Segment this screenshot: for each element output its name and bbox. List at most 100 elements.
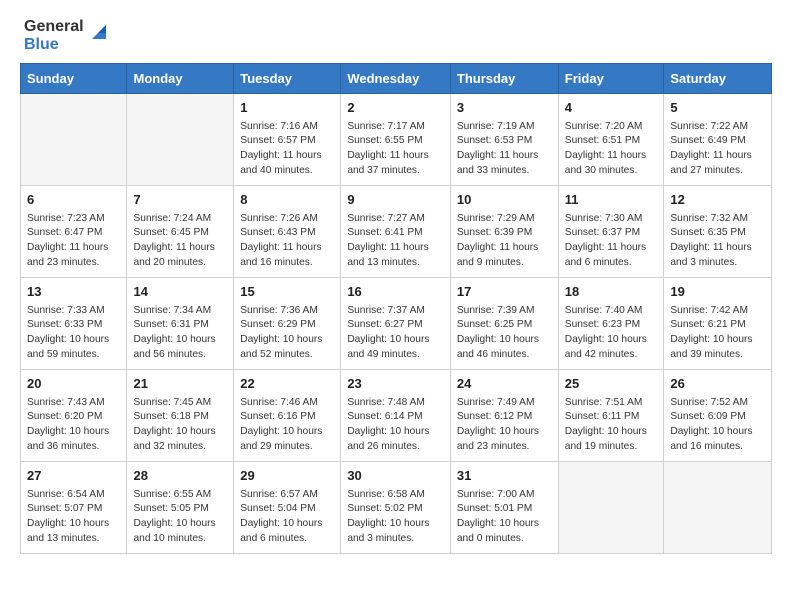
calendar-day-cell: 1 Sunrise: 7:16 AMSunset: 6:57 PMDaylight… (234, 93, 341, 185)
day-detail: Sunrise: 7:33 AMSunset: 6:33 PMDaylight:… (27, 304, 120, 363)
calendar-day-cell: 9 Sunrise: 7:27 AMSunset: 6:41 PMDaylight… (341, 185, 451, 277)
day-number: 4 (565, 99, 658, 118)
day-number: 25 (565, 375, 658, 394)
day-detail: Sunrise: 6:54 AMSunset: 5:07 PMDaylight:… (27, 488, 120, 547)
calendar-day-cell: 24Sunrise: 7:49 AMSunset: 6:12 PMDayligh… (450, 369, 558, 461)
calendar-container: SundayMondayTuesdayWednesdayThursdayFrid… (0, 63, 792, 574)
day-detail: Sunrise: 7:24 AMSunset: 6:45 PMDaylight:… (133, 212, 227, 271)
day-detail: Sunrise: 7:16 AMSunset: 6:57 PMDaylight:… (240, 120, 334, 179)
calendar-day-cell: 3 Sunrise: 7:19 AMSunset: 6:53 PMDaylight… (450, 93, 558, 185)
day-number: 15 (240, 283, 334, 302)
day-detail: Sunrise: 7:20 AMSunset: 6:51 PMDaylight:… (565, 120, 658, 179)
day-detail: Sunrise: 7:22 AMSunset: 6:49 PMDaylight:… (670, 120, 765, 179)
calendar-day-cell: 10 Sunrise: 7:29 AMSunset: 6:39 PMDayligh… (450, 185, 558, 277)
calendar-day-cell: 23 Sunrise: 7:48 AMSunset: 6:14 PMDayligh… (341, 369, 451, 461)
day-number: 30 (347, 467, 444, 486)
day-of-week-header: Monday (127, 63, 234, 93)
day-detail: Sunrise: 7:39 AMSunset: 6:25 PMDaylight:… (457, 304, 552, 363)
calendar-day-cell: 4 Sunrise: 7:20 AMSunset: 6:51 PMDaylight… (558, 93, 664, 185)
day-detail: Sunrise: 7:17 AMSunset: 6:55 PMDaylight:… (347, 120, 444, 179)
day-number: 17 (457, 283, 552, 302)
day-detail: Sunrise: 7:48 AMSunset: 6:14 PMDaylight:… (347, 396, 444, 455)
day-detail: Sunrise: 7:19 AMSunset: 6:53 PMDaylight:… (457, 120, 552, 179)
day-detail: Sunrise: 7:51 AMSunset: 6:11 PMDaylight:… (565, 396, 658, 455)
calendar-day-cell: 25 Sunrise: 7:51 AMSunset: 6:11 PMDayligh… (558, 369, 664, 461)
calendar-week-row: 1 Sunrise: 7:16 AMSunset: 6:57 PMDaylight… (21, 93, 772, 185)
day-number: 19 (670, 283, 765, 302)
calendar-day-cell (558, 461, 664, 553)
day-detail: Sunrise: 7:40 AMSunset: 6:23 PMDaylight:… (565, 304, 658, 363)
day-of-week-header: Sunday (21, 63, 127, 93)
calendar-week-row: 27 Sunrise: 6:54 AMSunset: 5:07 PMDayligh… (21, 461, 772, 553)
calendar-day-cell: 29 Sunrise: 6:57 AMSunset: 5:04 PMDayligh… (234, 461, 341, 553)
day-of-week-header: Friday (558, 63, 664, 93)
calendar-day-cell: 30Sunrise: 6:58 AMSunset: 5:02 PMDayligh… (341, 461, 451, 553)
day-number: 27 (27, 467, 120, 486)
calendar-day-cell: 21 Sunrise: 7:45 AMSunset: 6:18 PMDayligh… (127, 369, 234, 461)
day-detail: Sunrise: 7:00 AMSunset: 5:01 PMDaylight:… (457, 488, 552, 547)
day-of-week-header: Wednesday (341, 63, 451, 93)
day-number: 23 (347, 375, 444, 394)
logo: GeneralBlue (24, 18, 110, 55)
day-number: 10 (457, 191, 552, 210)
calendar-day-cell: 18 Sunrise: 7:40 AMSunset: 6:23 PMDayligh… (558, 277, 664, 369)
calendar-day-cell: 20 Sunrise: 7:43 AMSunset: 6:20 PMDayligh… (21, 369, 127, 461)
calendar-header-row: SundayMondayTuesdayWednesdayThursdayFrid… (21, 63, 772, 93)
day-number: 12 (670, 191, 765, 210)
day-number: 2 (347, 99, 444, 118)
calendar-week-row: 20 Sunrise: 7:43 AMSunset: 6:20 PMDayligh… (21, 369, 772, 461)
calendar-day-cell: 19Sunrise: 7:42 AMSunset: 6:21 PMDayligh… (664, 277, 772, 369)
day-number: 24 (457, 375, 552, 394)
day-number: 5 (670, 99, 765, 118)
calendar-day-cell: 28 Sunrise: 6:55 AMSunset: 5:05 PMDayligh… (127, 461, 234, 553)
day-number: 31 (457, 467, 552, 486)
day-detail: Sunrise: 7:26 AMSunset: 6:43 PMDaylight:… (240, 212, 334, 271)
day-detail: Sunrise: 7:34 AMSunset: 6:31 PMDaylight:… (133, 304, 227, 363)
day-detail: Sunrise: 6:55 AMSunset: 5:05 PMDaylight:… (133, 488, 227, 547)
calendar-table: SundayMondayTuesdayWednesdayThursdayFrid… (20, 63, 772, 554)
day-number: 28 (133, 467, 227, 486)
calendar-day-cell: 15 Sunrise: 7:36 AMSunset: 6:29 PMDayligh… (234, 277, 341, 369)
calendar-day-cell: 22 Sunrise: 7:46 AMSunset: 6:16 PMDayligh… (234, 369, 341, 461)
page-header: GeneralBlue (0, 0, 792, 63)
day-number: 22 (240, 375, 334, 394)
calendar-day-cell: 6Sunrise: 7:23 AMSunset: 6:47 PMDaylight… (21, 185, 127, 277)
calendar-day-cell (21, 93, 127, 185)
day-of-week-header: Thursday (450, 63, 558, 93)
day-number: 3 (457, 99, 552, 118)
day-detail: Sunrise: 7:52 AMSunset: 6:09 PMDaylight:… (670, 396, 765, 455)
calendar-day-cell: 5 Sunrise: 7:22 AMSunset: 6:49 PMDaylight… (664, 93, 772, 185)
day-number: 13 (27, 283, 120, 302)
calendar-day-cell: 13 Sunrise: 7:33 AMSunset: 6:33 PMDayligh… (21, 277, 127, 369)
day-detail: Sunrise: 7:23 AMSunset: 6:47 PMDaylight:… (27, 212, 120, 271)
day-number: 1 (240, 99, 334, 118)
day-detail: Sunrise: 7:43 AMSunset: 6:20 PMDaylight:… (27, 396, 120, 455)
day-number: 20 (27, 375, 120, 394)
day-detail: Sunrise: 7:46 AMSunset: 6:16 PMDaylight:… (240, 396, 334, 455)
day-number: 21 (133, 375, 227, 394)
calendar-day-cell: 14Sunrise: 7:34 AMSunset: 6:31 PMDayligh… (127, 277, 234, 369)
day-number: 9 (347, 191, 444, 210)
day-number: 18 (565, 283, 658, 302)
calendar-day-cell (664, 461, 772, 553)
day-detail: Sunrise: 7:32 AMSunset: 6:35 PMDaylight:… (670, 212, 765, 271)
calendar-day-cell: 17 Sunrise: 7:39 AMSunset: 6:25 PMDayligh… (450, 277, 558, 369)
day-of-week-header: Tuesday (234, 63, 341, 93)
calendar-week-row: 6Sunrise: 7:23 AMSunset: 6:47 PMDaylight… (21, 185, 772, 277)
day-detail: Sunrise: 7:36 AMSunset: 6:29 PMDaylight:… (240, 304, 334, 363)
day-number: 29 (240, 467, 334, 486)
day-number: 26 (670, 375, 765, 394)
calendar-day-cell: 16Sunrise: 7:37 AMSunset: 6:27 PMDayligh… (341, 277, 451, 369)
day-detail: Sunrise: 6:57 AMSunset: 5:04 PMDaylight:… (240, 488, 334, 547)
calendar-day-cell: 31 Sunrise: 7:00 AMSunset: 5:01 PMDayligh… (450, 461, 558, 553)
calendar-day-cell: 26 Sunrise: 7:52 AMSunset: 6:09 PMDayligh… (664, 369, 772, 461)
day-number: 8 (240, 191, 334, 210)
calendar-day-cell: 11 Sunrise: 7:30 AMSunset: 6:37 PMDayligh… (558, 185, 664, 277)
day-detail: Sunrise: 7:27 AMSunset: 6:41 PMDaylight:… (347, 212, 444, 271)
day-detail: Sunrise: 7:29 AMSunset: 6:39 PMDaylight:… (457, 212, 552, 271)
day-detail: Sunrise: 7:30 AMSunset: 6:37 PMDaylight:… (565, 212, 658, 271)
day-number: 16 (347, 283, 444, 302)
day-detail: Sunrise: 7:45 AMSunset: 6:18 PMDaylight:… (133, 396, 227, 455)
calendar-week-row: 13 Sunrise: 7:33 AMSunset: 6:33 PMDayligh… (21, 277, 772, 369)
day-number: 11 (565, 191, 658, 210)
